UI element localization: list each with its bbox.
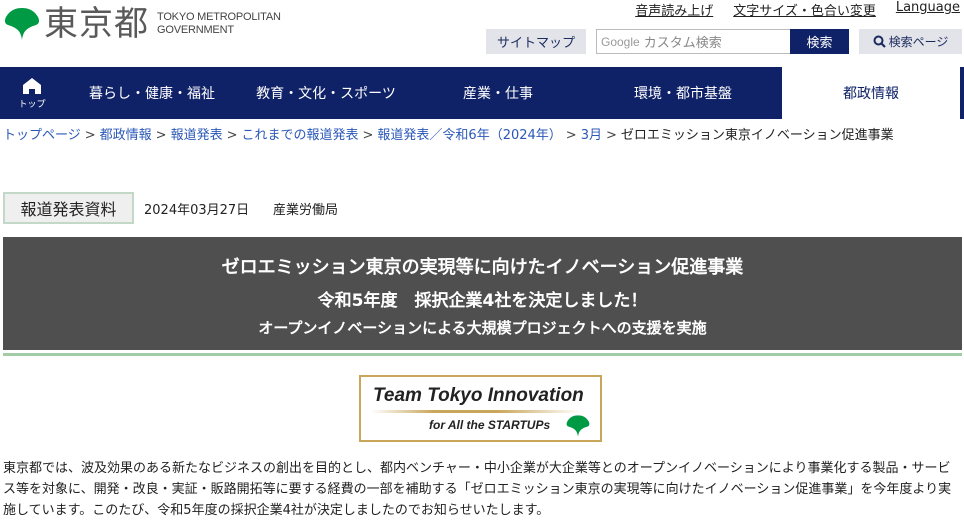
search-button[interactable]: 検索 <box>790 29 849 54</box>
breadcrumb-separator: > <box>362 128 374 143</box>
banner-gold-bar <box>371 410 581 413</box>
nav-edge <box>960 67 964 119</box>
search-input[interactable]: Google カスタム検索 <box>596 29 790 54</box>
nav-item-environment-infrastructure[interactable]: 環境・都市基盤 <box>584 67 782 119</box>
home-icon <box>23 77 41 94</box>
breadcrumb-separator: > <box>155 128 167 143</box>
title-line-3: オープンイノベーションによる大規模プロジェクトへの支援を実施 <box>258 319 707 337</box>
read-aloud-link[interactable]: 音声読み上げ <box>635 0 713 19</box>
title-line-2: 令和5年度 採択企業4社を決定しました！ <box>317 291 648 311</box>
breadcrumb-press-2024[interactable]: 報道発表／令和6年（2024年） <box>377 128 561 143</box>
search-icon <box>873 35 886 48</box>
breadcrumb-march[interactable]: 3月 <box>581 128 602 143</box>
team-tokyo-innovation-logo: Team Tokyo Innovation for All the STARTU… <box>359 375 602 442</box>
press-title-block: ゼロエミッション東京の実現等に向けたイノベーション促進事業 令和5年度 採択企業… <box>3 237 962 350</box>
search-placeholder: カスタム検索 <box>643 36 722 51</box>
logo-en-line1: TOKYO METROPOLITAN <box>157 11 281 23</box>
sitemap-button[interactable]: サイトマップ <box>486 29 586 54</box>
ginkgo-leaf-icon <box>566 415 590 437</box>
nav-top[interactable]: トップ <box>0 67 64 119</box>
nav-item-education-culture-sports[interactable]: 教育・文化・スポーツ <box>240 67 412 119</box>
language-link[interactable]: Language <box>896 0 960 19</box>
divider <box>3 353 962 356</box>
logo-english: TOKYO METROPOLITAN GOVERNMENT <box>157 11 281 37</box>
google-label: Google <box>601 34 640 49</box>
search-page-button[interactable]: 検索ページ <box>859 29 962 54</box>
breadcrumb-top[interactable]: トップページ <box>3 128 81 143</box>
nav-item-government-info[interactable]: 都政情報 <box>782 67 960 119</box>
nav-item-living-health-welfare[interactable]: 暮らし・健康・福祉 <box>64 67 240 119</box>
press-release-badge: 報道発表資料 <box>3 192 134 224</box>
breadcrumb-separator: > <box>605 128 617 143</box>
press-department: 産業労働局 <box>273 203 339 218</box>
utility-links: 音声読み上げ 文字サイズ・色合い変更 Language <box>635 0 960 19</box>
breadcrumb-current: ゼロエミッション東京イノベーション促進事業 <box>620 128 894 143</box>
nav-item-industry-work[interactable]: 産業・仕事 <box>412 67 584 119</box>
logo-kanji: 東京都 <box>44 4 149 44</box>
site-header: 東京都 TOKYO METROPOLITAN GOVERNMENT 音声読み上げ… <box>0 0 964 66</box>
tokyo-logo[interactable]: 東京都 TOKYO METROPOLITAN GOVERNMENT <box>4 6 281 42</box>
breadcrumb-government-info[interactable]: 都政情報 <box>100 128 152 143</box>
search-page-label: 検索ページ <box>888 35 949 49</box>
banner-title: Team Tokyo Innovation <box>373 385 584 406</box>
text-size-color-link[interactable]: 文字サイズ・色合い変更 <box>733 0 876 19</box>
breadcrumb-separator: > <box>84 128 96 143</box>
press-date: 2024年03月27日 <box>144 203 250 218</box>
breadcrumb: トップページ > 都政情報 > 報道発表 > これまでの報道発表 > 報道発表／令和6年（202… <box>3 127 961 144</box>
breadcrumb-separator: > <box>226 128 238 143</box>
breadcrumb-past-press[interactable]: これまでの報道発表 <box>242 128 359 143</box>
global-nav: トップ 暮らし・健康・福祉 教育・文化・スポーツ 産業・仕事 環境・都市基盤 都… <box>0 67 964 119</box>
breadcrumb-press[interactable]: 報道発表 <box>171 128 223 143</box>
banner-subtitle: for All the STARTUPs <box>429 418 551 432</box>
nav-top-label: トップ <box>18 99 46 110</box>
title-line-1: ゼロエミッション東京の実現等に向けたイノベーション促進事業 <box>221 257 744 278</box>
breadcrumb-separator: > <box>565 128 577 143</box>
ginkgo-leaf-icon <box>4 8 40 40</box>
body-paragraph: 東京都では、波及効果のある新たなビジネスの創出を目的とし、都内ベンチャー・中小企… <box>3 461 952 518</box>
logo-en-line2: GOVERNMENT <box>157 24 234 36</box>
